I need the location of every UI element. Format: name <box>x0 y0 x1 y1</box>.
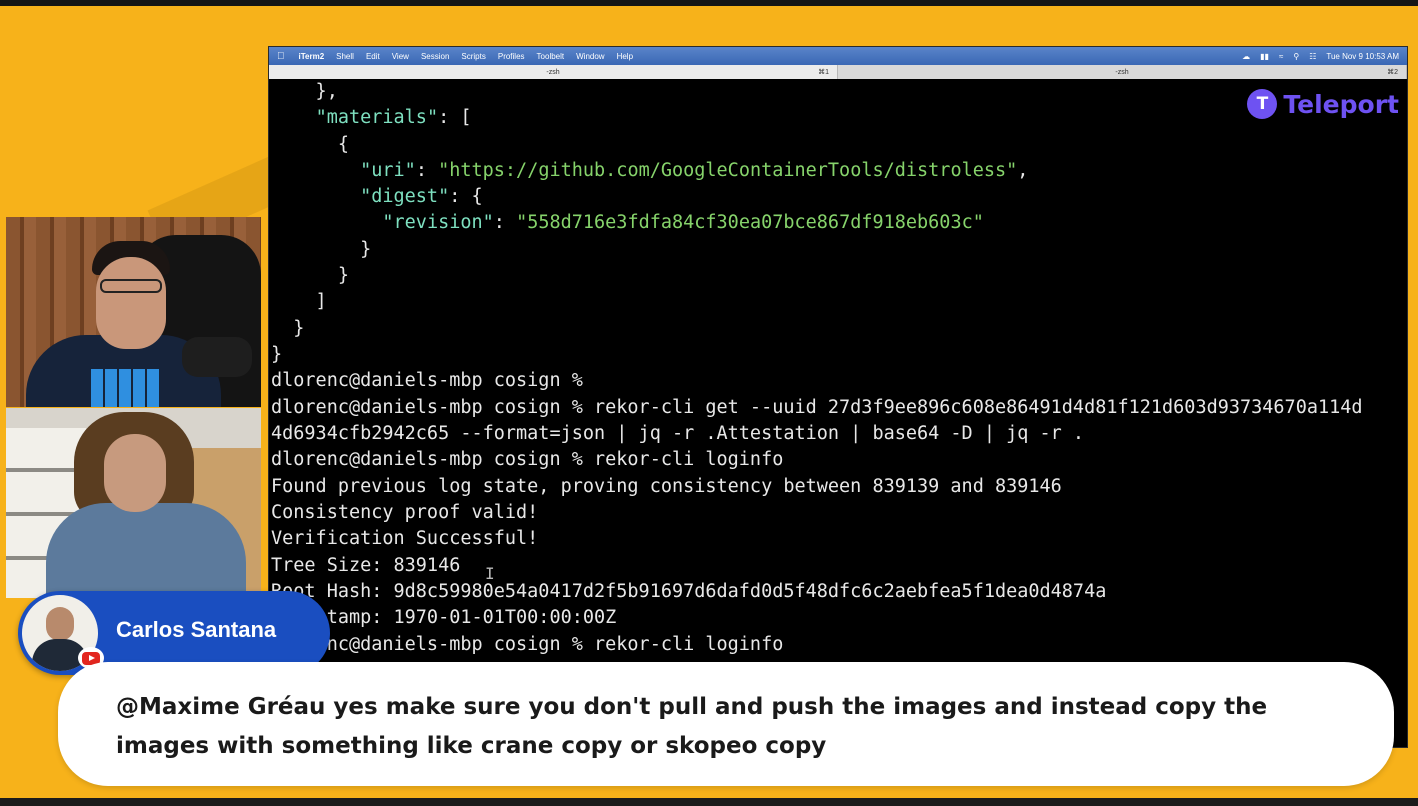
chat-message-text: @Maxime Gréau yes make sure you don't pu… <box>116 694 1268 759</box>
menu-window[interactable]: Window <box>576 52 604 61</box>
teleport-logo: T Teleport <box>1247 89 1399 119</box>
apple-icon[interactable]:  <box>277 51 285 62</box>
menu-shell[interactable]: Shell <box>336 52 354 61</box>
webcam-feed-guest <box>6 408 261 598</box>
menu-help[interactable]: Help <box>617 52 633 61</box>
terminal-line: } <box>271 318 305 339</box>
stream-background:  iTerm2 Shell Edit View Session Scripts… <box>0 6 1418 798</box>
tab-label: -zsh <box>546 68 560 76</box>
chat-message-bubble: @Maxime Gréau yes make sure you don't pu… <box>58 662 1394 786</box>
terminal-line: "revision": "558d716e3fdfa84cf30ea07bce8… <box>382 212 984 233</box>
tab-shortcut: ⌘1 <box>818 69 829 76</box>
tab-shortcut: ⌘2 <box>1387 69 1398 76</box>
menu-session[interactable]: Session <box>421 52 449 61</box>
wifi-icon[interactable]: ≈ <box>1279 52 1283 61</box>
terminal-line: dlorenc@daniels-mbp cosign % rekor-cli l… <box>271 449 784 470</box>
mac-menu-bar:  iTerm2 Shell Edit View Session Scripts… <box>269 47 1407 65</box>
teleport-logo-icon: T <box>1247 89 1278 119</box>
terminal-line: Root Hash: 9d8c59980e54a0417d2f5b91697d6… <box>271 581 1107 602</box>
text-cursor-icon: I <box>485 564 495 583</box>
menu-view[interactable]: View <box>392 52 409 61</box>
menubar-clock[interactable]: Tue Nov 9 10:53 AM <box>1326 52 1399 61</box>
cloud-icon[interactable]: ☁ <box>1242 52 1250 61</box>
battery-icon[interactable]: ▮▮ <box>1260 52 1269 61</box>
terminal-line: Found previous log state, proving consis… <box>271 476 1062 497</box>
terminal-line: dlorenc@daniels-mbp cosign % rekor-cli l… <box>271 634 784 655</box>
terminal-line: Tree Size: 839146 <box>271 555 461 576</box>
menu-iterm2[interactable]: iTerm2 <box>299 52 325 61</box>
webcam-feed-host <box>6 217 261 407</box>
screen-share-window:  iTerm2 Shell Edit View Session Scripts… <box>268 46 1408 748</box>
bottom-bar <box>0 798 1418 806</box>
menu-toolbelt[interactable]: Toolbelt <box>537 52 565 61</box>
terminal-line: "digest": { <box>360 186 483 207</box>
terminal-line: { <box>271 134 349 155</box>
terminal-output[interactable]: }, "materials": [ { "uri": "https://gith… <box>269 79 1407 747</box>
terminal-line: Verification Successful! <box>271 528 539 549</box>
terminal-line: "uri": "https://github.com/GoogleContain… <box>360 160 1029 181</box>
tab-label: -zsh <box>1115 68 1129 76</box>
tab-zsh-1[interactable]: -zsh ⌘1 <box>269 65 838 79</box>
chat-author-name: Carlos Santana <box>116 617 277 642</box>
terminal-line: } <box>271 239 372 260</box>
tab-zsh-2[interactable]: -zsh ⌘2 <box>838 65 1407 79</box>
terminal-line: "materials": [ <box>315 107 472 128</box>
menu-edit[interactable]: Edit <box>366 52 380 61</box>
menu-scripts[interactable]: Scripts <box>461 52 485 61</box>
terminal-line: Consistency proof valid! <box>271 502 539 523</box>
teleport-logo-text: Teleport <box>1283 89 1399 119</box>
terminal-line: } <box>271 265 349 286</box>
control-center-icon[interactable]: ☷ <box>1309 52 1316 61</box>
terminal-line: dlorenc@daniels-mbp cosign % rekor-cli g… <box>271 397 1363 418</box>
search-icon[interactable]: ⚲ <box>1293 52 1299 61</box>
terminal-line: } <box>271 344 283 365</box>
terminal-line: }, <box>271 81 338 102</box>
menubar-status-area: ☁ ▮▮ ≈ ⚲ ☷ Tue Nov 9 10:53 AM <box>1242 52 1399 61</box>
menu-profiles[interactable]: Profiles <box>498 52 525 61</box>
terminal-line: 4d6934cfb2942c65 --format=json | jq -r .… <box>271 423 1085 444</box>
terminal-line: ] <box>271 291 327 312</box>
terminal-line: dlorenc@daniels-mbp cosign % <box>271 370 583 391</box>
iterm-tab-bar: -zsh ⌘1 -zsh ⌘2 <box>269 65 1407 79</box>
